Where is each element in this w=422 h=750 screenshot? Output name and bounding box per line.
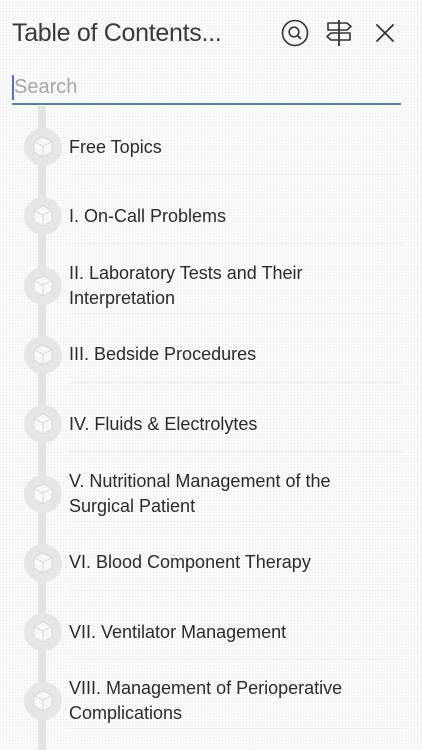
search-icon — [281, 19, 309, 47]
cube-icon — [33, 482, 53, 505]
toc-node — [24, 543, 62, 582]
toc-node — [24, 405, 62, 444]
toc-item-label: I. On-Call Problems — [69, 205, 227, 226]
search-button[interactable] — [280, 18, 310, 48]
toc-item[interactable]: VII. Ventilator Management — [0, 591, 422, 661]
divider — [69, 728, 402, 730]
close-button[interactable] — [370, 18, 400, 48]
toc-item-label: VI. Blood Component Therapy — [69, 552, 311, 573]
toc-item[interactable]: VI. Blood Component Therapy — [0, 522, 422, 591]
cube-icon — [33, 413, 53, 435]
toc-item-label: VII. Ventilator Management — [69, 621, 287, 642]
toc-node — [24, 197, 62, 236]
close-icon — [376, 24, 394, 42]
cube-icon — [33, 205, 53, 227]
toc-item[interactable]: V. Nutritional Management of the Surgica… — [0, 453, 422, 522]
toc-item[interactable]: VIII. Management of Perioperative Compli… — [0, 660, 422, 730]
cube-icon — [33, 275, 53, 297]
cube-icon — [33, 344, 53, 366]
toc-item-label: III. Bedside Procedures — [69, 344, 257, 365]
search-input[interactable] — [14, 72, 394, 102]
page-title: Table of Contents... — [12, 19, 222, 47]
toc-item[interactable]: I. On-Call Problems — [0, 175, 422, 245]
table-of-contents: Free Topics I. On-Call Problems II. Labo… — [0, 106, 422, 750]
toc-node — [24, 682, 62, 721]
toc-node — [24, 266, 62, 305]
toc-item-label: Free Topics — [69, 136, 162, 157]
toc-item-label: V. Nutritional Management of the Surgica… — [69, 470, 331, 516]
cube-icon — [33, 621, 53, 643]
signpost-icon — [326, 20, 352, 46]
toc-node — [24, 128, 62, 166]
toc-item-label: IV. Fluids & Electrolytes — [69, 413, 258, 434]
header: Table of Contents... — [0, 0, 422, 66]
cube-icon — [33, 552, 53, 574]
search-bar — [12, 72, 401, 105]
toc-item-label: II. Laboratory Tests and Their Interpret… — [69, 262, 303, 308]
toc-node — [24, 613, 62, 652]
cube-icon — [33, 690, 53, 712]
toc-node — [24, 474, 62, 513]
navigation-button[interactable] — [324, 18, 354, 48]
toc-item[interactable]: IV. Fluids & Electrolytes — [0, 383, 422, 453]
toc-item[interactable]: II. Laboratory Tests and Their Interpret… — [0, 245, 422, 314]
cube-icon — [33, 136, 53, 158]
toc-item[interactable]: Free Topics — [0, 106, 422, 175]
toc-item-label: VIII. Management of Perioperative Compli… — [69, 678, 343, 724]
toc-node — [24, 335, 62, 374]
toc-item[interactable]: III. Bedside Procedures — [0, 314, 422, 383]
